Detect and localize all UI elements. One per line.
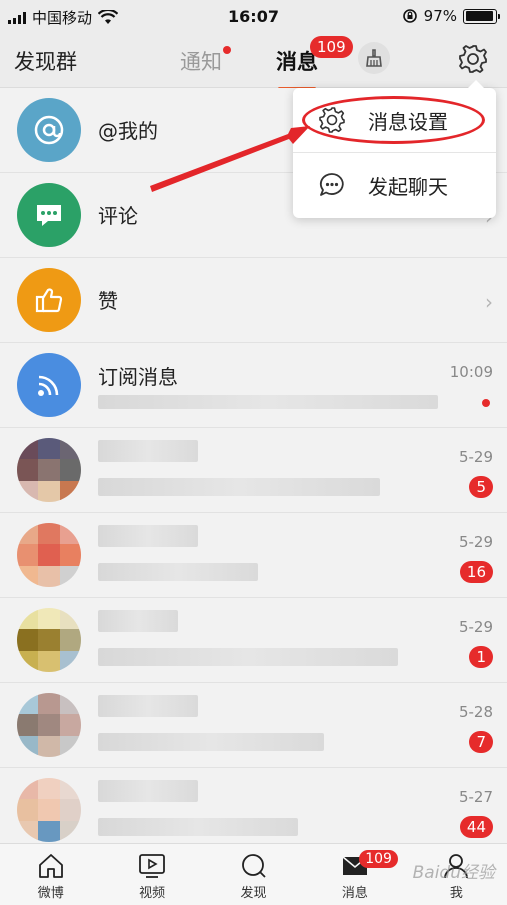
avatar (17, 778, 81, 842)
list-item-title: 评论 (98, 204, 138, 228)
blurred-preview (98, 478, 380, 496)
status-bar: 中国移动 16:07 97% (0, 0, 507, 34)
conversation-row[interactable]: 5-27 44 (0, 768, 507, 853)
chevron-right-icon: › (485, 290, 493, 314)
tabbar-item-video[interactable]: 视频 (101, 844, 202, 905)
blurred-name (98, 695, 198, 717)
notification-dot (223, 46, 231, 54)
tabbar-label: 视频 (139, 886, 166, 901)
clear-unread-button[interactable] (358, 42, 390, 74)
list-item-likes[interactable]: 赞 › (0, 258, 507, 343)
battery-icon (463, 8, 500, 24)
battery-percent: 97% (423, 7, 457, 25)
avatar (17, 608, 81, 672)
search-icon (241, 854, 266, 878)
avatar (17, 438, 81, 502)
unread-count-badge: 5 (469, 476, 493, 498)
list-item-time: 5-29 (458, 533, 493, 551)
unread-count-badge: 16 (459, 561, 493, 583)
conversation-row[interactable]: 5-29 1 (0, 598, 507, 683)
at-icon (17, 98, 81, 162)
messages-count-badge: 109 (359, 850, 398, 868)
blurred-name (98, 610, 178, 632)
discover-groups-link[interactable]: 发现群 (14, 46, 77, 76)
list-item-subscriptions[interactable]: 订阅消息 10:09 (0, 343, 507, 428)
list-item-time: 5-29 (458, 618, 493, 636)
rss-icon (17, 353, 81, 417)
video-icon (139, 854, 166, 878)
tabbar-label: 消息 (341, 886, 368, 901)
gear-icon[interactable] (456, 42, 490, 76)
conversation-row[interactable]: 5-29 16 (0, 513, 507, 598)
list-item-title: @我的 (98, 119, 158, 143)
thumb-up-icon (17, 268, 81, 332)
unread-count-badge: 7 (469, 731, 493, 753)
messages-count-badge: 109 (310, 36, 353, 58)
broom-icon (366, 49, 382, 67)
chat-bubble-icon (319, 173, 344, 196)
tabbar-item-discover[interactable]: 发现 (203, 844, 304, 905)
blurred-preview (98, 563, 258, 581)
list-item-time: 10:09 (449, 363, 493, 381)
unread-dot (482, 399, 490, 407)
tabbar-label: 微博 (37, 886, 64, 901)
menu-item-label: 发起聊天 (368, 174, 448, 199)
list-item-time: 5-27 (458, 788, 493, 806)
rotation-lock-icon (402, 9, 417, 23)
tabbar-label: 发现 (240, 886, 267, 901)
list-item-time: 5-28 (458, 703, 493, 721)
comment-icon (17, 183, 81, 247)
avatar (17, 693, 81, 757)
tab-notifications[interactable]: 通知 (180, 46, 231, 76)
header: 发现群 通知 消息 109 (0, 34, 507, 90)
blurred-name (98, 440, 198, 462)
tabbar-label: 我 (449, 886, 463, 901)
blurred-name (98, 780, 198, 802)
tab-notifications-label: 通知 (180, 50, 222, 74)
blurred-preview (98, 395, 438, 409)
list-item-title: 订阅消息 (98, 365, 178, 389)
conversation-row[interactable]: 5-29 5 (0, 428, 507, 513)
watermark: Baidu经验 (412, 863, 495, 883)
conversation-row[interactable]: 5-28 7 (0, 683, 507, 768)
unread-count-badge: 1 (469, 646, 493, 668)
tabbar-item-messages[interactable]: 消息 109 (304, 844, 405, 905)
menu-item-start-chat[interactable]: 发起聊天 (293, 153, 496, 217)
annotation-ellipse (302, 96, 485, 144)
home-icon (38, 854, 63, 878)
avatar (17, 523, 81, 587)
blurred-name (98, 525, 198, 547)
tab-messages[interactable]: 消息 109 (276, 36, 353, 90)
blurred-preview (98, 648, 398, 666)
list-item-title: 赞 (98, 289, 118, 313)
tabbar-item-home[interactable]: 微博 (0, 844, 101, 905)
list-item-time: 5-29 (458, 448, 493, 466)
blurred-preview (98, 733, 324, 751)
blurred-preview (98, 818, 298, 836)
unread-count-badge: 44 (459, 816, 493, 838)
